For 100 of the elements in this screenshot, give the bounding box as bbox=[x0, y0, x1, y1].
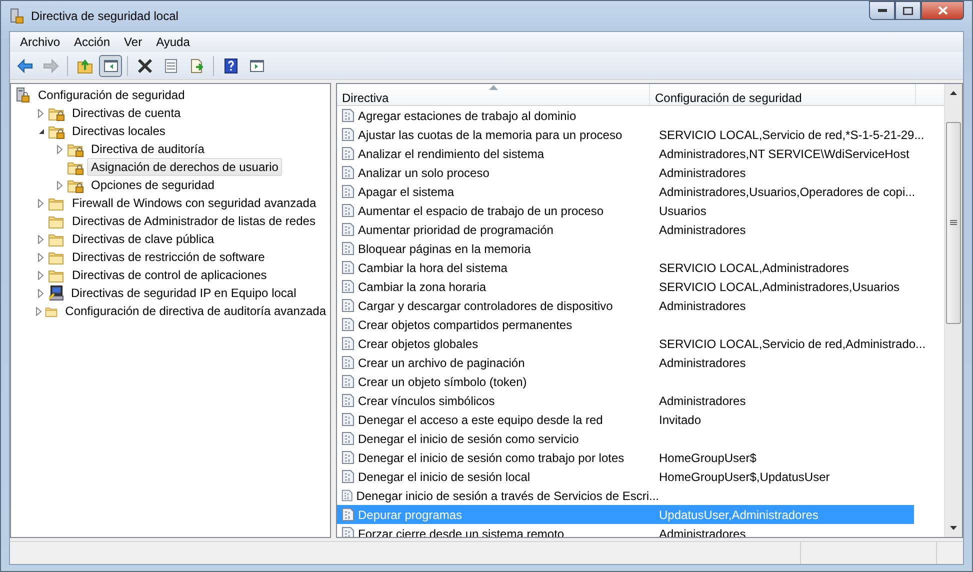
menu-item[interactable]: Archivo bbox=[13, 35, 68, 49]
security-setting: SERVICIO LOCAL,Administradores,Usuarios bbox=[659, 280, 900, 294]
security-setting: SERVICIO LOCAL,Administradores bbox=[659, 260, 849, 274]
column-header[interactable]: Configuración de seguridad bbox=[650, 84, 916, 105]
policy-row[interactable]: Agregar estaciones de trabajo al dominio bbox=[337, 106, 914, 125]
policy-icon bbox=[341, 431, 355, 446]
menu-item[interactable]: Acción bbox=[67, 35, 118, 49]
policy-icon bbox=[341, 488, 354, 503]
tree-item[interactable]: Asignación de derechos de usuario bbox=[87, 158, 282, 176]
collapsed-arrow-icon[interactable] bbox=[57, 180, 63, 190]
policy-name: Crear un objeto símbolo (token) bbox=[358, 374, 527, 388]
collapsed-arrow-icon[interactable] bbox=[38, 198, 44, 208]
collapsed-arrow-icon[interactable] bbox=[57, 144, 63, 154]
security-setting: Administradores,Usuarios,Operadores de copi... bbox=[659, 184, 916, 198]
policy-icon bbox=[341, 374, 355, 389]
security-setting: Administradores bbox=[659, 222, 746, 236]
scroll-thumb[interactable] bbox=[946, 122, 961, 324]
policy-row[interactable]: Crear un archivo de paginación Administradores bbox=[337, 353, 914, 372]
policy-row[interactable]: Denegar el acceso a este equipo desde la red Invitado bbox=[337, 410, 914, 429]
tree-item[interactable]: Directiva de auditoría bbox=[87, 140, 208, 158]
collapsed-arrow-icon[interactable] bbox=[38, 270, 44, 280]
policy-row[interactable]: Denegar el inicio de sesión local HomeGroupUser$,UpdatusUser bbox=[337, 467, 914, 486]
security-setting: Administradores bbox=[659, 166, 746, 180]
folder-icon bbox=[48, 196, 65, 210]
tree-item[interactable]: Directivas locales bbox=[68, 122, 170, 140]
help-icon bbox=[222, 58, 238, 74]
expanded-arrow-icon[interactable] bbox=[38, 128, 44, 134]
policy-icon bbox=[341, 469, 355, 484]
folder-icon bbox=[48, 250, 65, 264]
policy-icon bbox=[341, 184, 355, 199]
policy-icon bbox=[341, 222, 355, 237]
policy-name: Crear objetos compartidos permanentes bbox=[358, 318, 572, 332]
policy-name: Bloquear páginas en la memoria bbox=[358, 242, 531, 256]
policy-icon bbox=[341, 146, 355, 161]
tree-item[interactable]: Directivas de restricción de software bbox=[68, 248, 269, 266]
tree-item[interactable]: Configuración de directiva de auditoría avanzada bbox=[61, 302, 330, 320]
policy-name: Crear vínculos simbólicos bbox=[358, 394, 495, 408]
locked-folder-icon bbox=[67, 160, 84, 174]
folder-icon bbox=[48, 214, 65, 228]
security-setting: SERVICIO LOCAL,Servicio de red,Administrado... bbox=[659, 336, 926, 350]
policy-row[interactable]: Crear vínculos simbólicos Administradores bbox=[337, 391, 914, 410]
tree-item[interactable]: Directivas de cuenta bbox=[68, 104, 185, 122]
tree-item[interactable]: Opciones de seguridad bbox=[87, 176, 218, 194]
tree-item[interactable]: Directivas de Administrador de listas de redes bbox=[68, 212, 320, 230]
policy-row[interactable]: Cambiar la zona horaria SERVICIO LOCAL,Administradores,Usuarios bbox=[337, 277, 914, 296]
locked-folder-icon bbox=[67, 142, 84, 156]
policy-row[interactable]: Crear objetos compartidos permanentes bbox=[337, 315, 914, 334]
policy-icon bbox=[341, 127, 355, 142]
policy-icon bbox=[341, 412, 355, 427]
maximize-icon bbox=[903, 6, 913, 14]
policy-icon bbox=[341, 260, 355, 275]
collapsed-arrow-icon[interactable] bbox=[38, 234, 44, 244]
policy-row[interactable]: Aumentar prioridad de programación Administradores bbox=[337, 220, 914, 239]
policy-row[interactable]: Denegar el inicio de sesión como trabajo por lotes HomeGroupUser$ bbox=[337, 448, 914, 467]
folder-icon bbox=[48, 232, 65, 246]
scrollbar[interactable] bbox=[944, 84, 962, 537]
collapsed-arrow-icon[interactable] bbox=[38, 288, 44, 298]
security-setting: Administradores bbox=[659, 298, 746, 312]
tree-item[interactable]: Firewall de Windows con seguridad avanzada bbox=[68, 194, 320, 212]
tree-item[interactable]: Directivas de clave pública bbox=[68, 230, 218, 248]
minimize-button[interactable] bbox=[869, 1, 895, 20]
policy-name: Depurar programas bbox=[358, 508, 462, 522]
security-setting: Usuarios bbox=[659, 204, 706, 218]
policy-row[interactable]: Cargar y descargar controladores de dispositivo Administradores bbox=[337, 296, 914, 315]
computer-key-icon bbox=[48, 285, 64, 301]
policy-row[interactable]: Cambiar la hora del sistema SERVICIO LOCAL,Administradores bbox=[337, 258, 914, 277]
policy-row[interactable]: Analizar el rendimiento del sistema Administradores,NT SERVICE\WdiServiceHost bbox=[337, 144, 914, 163]
collapsed-arrow-icon[interactable] bbox=[36, 306, 42, 316]
policy-row[interactable]: Denegar inicio de sesión a través de Servicios de Escri... bbox=[337, 486, 914, 505]
collapsed-arrow-icon[interactable] bbox=[38, 108, 44, 118]
policy-icon bbox=[341, 203, 355, 218]
security-setting: Administradores,NT SERVICE\WdiServiceHost bbox=[659, 146, 910, 160]
policy-row[interactable]: Crear un objeto símbolo (token) bbox=[337, 372, 914, 391]
policy-name: Agregar estaciones de trabajo al dominio bbox=[358, 108, 576, 122]
delete-icon bbox=[136, 58, 152, 74]
policy-icon bbox=[341, 393, 355, 408]
maximize-button[interactable] bbox=[895, 1, 921, 20]
collapsed-arrow-icon[interactable] bbox=[38, 252, 44, 262]
tree-item[interactable]: Directivas de control de aplicaciones bbox=[68, 266, 271, 284]
tree-item[interactable]: Configuración de seguridad bbox=[34, 86, 189, 104]
tree-item[interactable]: Directivas de seguridad IP en Equipo local bbox=[67, 284, 300, 302]
menu-item[interactable]: Ver bbox=[117, 35, 150, 49]
folder-up-icon bbox=[76, 58, 92, 74]
policy-icon bbox=[341, 317, 355, 332]
properties-icon bbox=[162, 58, 178, 74]
policy-row[interactable]: Denegar el inicio de sesión como servicio bbox=[337, 429, 914, 448]
toolbar-button[interactable] bbox=[99, 54, 122, 76]
back-arrow-icon bbox=[16, 58, 32, 74]
policy-row[interactable]: Aumentar el espacio de trabajo de un proceso Usuarios bbox=[337, 201, 914, 220]
tree-pane-icon bbox=[102, 58, 118, 74]
action-pane-icon bbox=[248, 58, 264, 74]
policy-icon bbox=[341, 279, 355, 294]
policy-row[interactable]: Analizar un solo proceso Administradores bbox=[337, 163, 914, 182]
security-setting: UpdatusUser,Administradores bbox=[659, 508, 818, 522]
locked-folder-icon bbox=[48, 124, 65, 138]
policy-row[interactable]: Apagar el sistema Administradores,Usuarios,Operadores de copi... bbox=[337, 182, 914, 201]
menu-item[interactable]: Ayuda bbox=[149, 35, 197, 49]
close-button[interactable] bbox=[921, 1, 964, 20]
minimize-icon bbox=[878, 8, 886, 12]
policy-row[interactable]: Bloquear páginas en la memoria bbox=[337, 239, 914, 258]
